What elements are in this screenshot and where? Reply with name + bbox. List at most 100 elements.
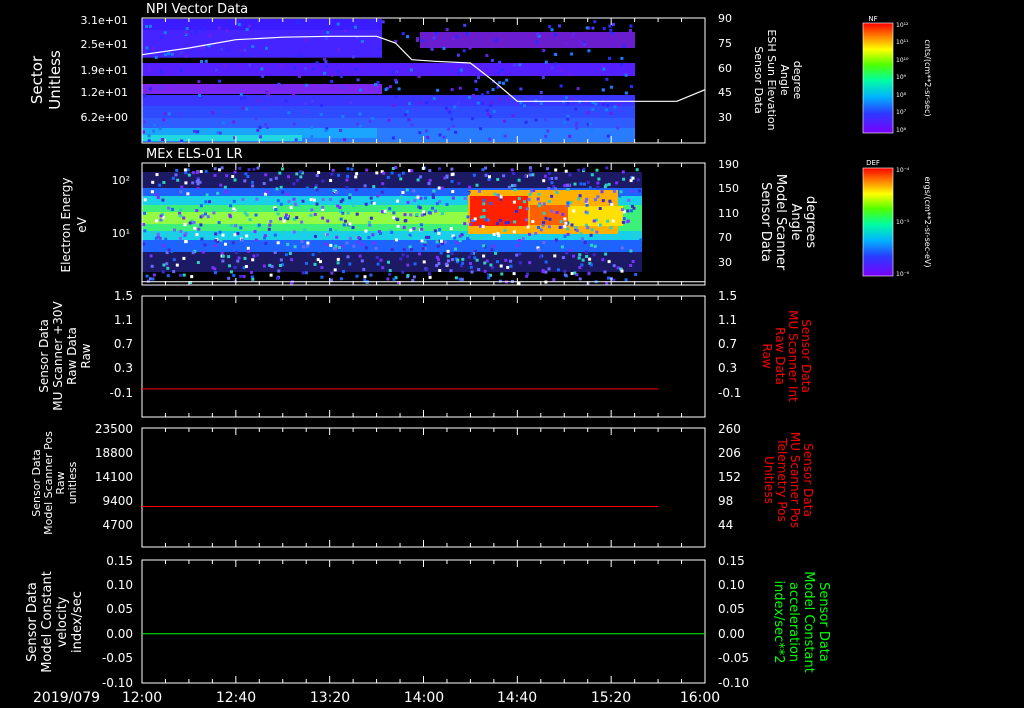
heatmap-cell — [185, 27, 189, 30]
heatmap-cell — [176, 178, 180, 182]
heatmap-cell — [170, 52, 174, 56]
heatmap-cell — [346, 167, 350, 171]
heatmap-cell — [424, 101, 428, 105]
heatmap-cell — [375, 256, 379, 259]
heatmap-cell — [453, 236, 457, 240]
els-cbar-tick: 10⁻⁵ — [896, 219, 910, 226]
heatmap-cell — [546, 167, 549, 171]
heatmap-cell — [456, 258, 460, 262]
heatmap-cell — [379, 232, 383, 235]
heatmap-cell — [472, 173, 476, 177]
heatmap-cell — [492, 244, 496, 248]
heatmap-cell — [612, 189, 616, 193]
heatmap-cell — [172, 270, 176, 274]
heatmap-cell — [450, 173, 454, 177]
heatmap-cell — [513, 188, 517, 192]
heatmap-cell — [468, 46, 472, 50]
heatmap-cell — [570, 223, 574, 227]
heatmap-cell — [427, 272, 431, 276]
heatmap-cell — [377, 47, 381, 51]
heatmap-cell — [620, 56, 624, 60]
heatmap-cell — [143, 211, 146, 215]
heatmap-cell — [179, 273, 183, 277]
heatmap-cell — [573, 182, 577, 186]
npi-ytick: 2.5e+01 — [81, 38, 128, 51]
heatmap-cell — [622, 177, 626, 181]
heatmap-cell — [550, 209, 554, 213]
heatmap-cell — [243, 96, 247, 100]
heatmap-cell — [616, 266, 620, 270]
heatmap-cell — [241, 106, 245, 110]
npi-band-lower-1 — [142, 84, 382, 94]
heatmap-cell — [543, 174, 547, 178]
heatmap-cell — [539, 91, 543, 94]
model-const-rlabel-1: Sensor Data — [816, 582, 831, 662]
heatmap-cell — [406, 274, 410, 277]
heatmap-cell — [392, 211, 396, 215]
heatmap-cell — [535, 40, 539, 44]
mu30v-ylabel-4: Raw — [79, 343, 93, 368]
heatmap-cell — [629, 249, 633, 253]
heatmap-cell — [341, 86, 345, 90]
heatmap-cell — [149, 87, 153, 91]
heatmap-cell — [595, 230, 599, 234]
heatmap-cell — [502, 81, 505, 85]
heatmap-cell — [498, 219, 502, 222]
heatmap-cell — [256, 128, 260, 132]
els-colorbar-label: DEF — [866, 159, 880, 167]
heatmap-cell — [197, 227, 201, 231]
heatmap-cell — [248, 218, 252, 222]
heatmap-cell — [201, 28, 205, 31]
heatmap-cell — [488, 137, 492, 141]
heatmap-cell — [383, 209, 387, 213]
heatmap-cell — [295, 172, 299, 176]
heatmap-cell — [239, 97, 243, 101]
heatmap-cell — [245, 213, 249, 217]
heatmap-cell — [438, 167, 441, 171]
heatmap-cell — [337, 173, 341, 177]
heatmap-cell — [392, 104, 396, 107]
heatmap-cell — [239, 92, 243, 96]
heatmap-cell — [236, 259, 240, 263]
heatmap-cell — [432, 189, 436, 193]
date-label: 2019/079 — [33, 690, 100, 706]
heatmap-cell — [428, 178, 432, 182]
heatmap-cell — [208, 200, 211, 204]
mu30v-right-label: Sensor Data MU Scanner Int Raw Data Raw — [760, 310, 813, 402]
heatmap-cell — [224, 190, 228, 194]
heatmap-cell — [525, 218, 529, 222]
heatmap-cell — [586, 111, 590, 115]
heatmap-cell — [526, 272, 529, 276]
heatmap-cell — [354, 175, 358, 179]
heatmap-cell — [446, 259, 450, 263]
heatmap-cell — [320, 103, 323, 107]
mu30v-ytick: -0.1 — [110, 386, 133, 400]
heatmap-cell — [180, 139, 184, 143]
heatmap-cell — [500, 272, 504, 276]
heatmap-cell — [315, 174, 319, 177]
heatmap-cell — [566, 201, 570, 205]
heatmap-cell — [415, 107, 419, 111]
heatmap-cell — [425, 267, 429, 271]
heatmap-cell — [455, 35, 459, 39]
heatmap-cell — [607, 182, 611, 186]
heatmap-cell — [355, 274, 359, 278]
heatmap-cell — [568, 134, 572, 138]
heatmap-cell — [622, 217, 626, 221]
heatmap-cell — [460, 277, 464, 281]
heatmap-cell — [470, 270, 474, 274]
heatmap-cell — [156, 232, 160, 236]
heatmap-cell — [607, 260, 611, 264]
heatmap-cell — [403, 113, 407, 117]
heatmap-cell — [566, 117, 570, 121]
heatmap-cell — [421, 247, 425, 251]
heatmap-cell — [605, 77, 609, 81]
heatmap-cell — [518, 252, 522, 256]
heatmap-cell — [173, 228, 176, 232]
heatmap-cell — [463, 23, 467, 27]
heatmap-cell — [478, 189, 481, 193]
heatmap-cell — [626, 219, 630, 223]
heatmap-cell — [458, 239, 462, 243]
heatmap-cell — [413, 262, 417, 266]
heatmap-cell — [159, 218, 163, 222]
